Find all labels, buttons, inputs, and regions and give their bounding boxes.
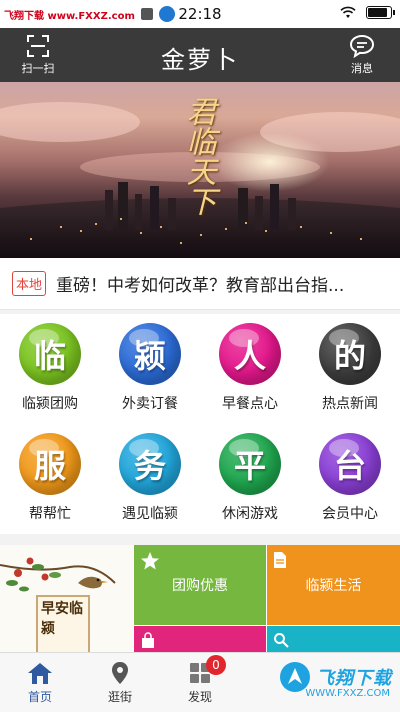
hero-banner[interactable]: 君临天下 xyxy=(0,82,400,258)
grid-item[interactable]: 服 帮帮忙 xyxy=(0,424,100,534)
tile-label: 临颍生活 xyxy=(305,578,362,594)
tab-label: 发现 xyxy=(187,690,212,704)
grid-item[interactable]: 的 热点新闻 xyxy=(300,314,400,424)
tile-label: 团购优惠 xyxy=(172,578,228,594)
ball-icon: 务 xyxy=(119,433,181,495)
status-left: 飞翔下载 www.FXXZ.com xyxy=(0,6,175,22)
promo-image-tile[interactable]: 早安临颍 xyxy=(0,545,133,652)
app-icon xyxy=(158,6,175,22)
ball-icon: 平 xyxy=(219,433,281,495)
ball-char: 平 xyxy=(233,447,266,485)
banner-calligraphy: 君临天下 xyxy=(180,96,216,216)
promo-section: 早安临颍 团购优惠 临颍生活 xyxy=(0,545,400,652)
news-ticker[interactable]: 本地 重磅！中考如何改革？教育部出台指... xyxy=(0,258,400,310)
bag-icon xyxy=(142,632,154,648)
tab-home[interactable]: 首页 xyxy=(0,661,80,705)
tab-discover[interactable]: 0 发现 xyxy=(160,655,240,705)
ball-icon: 人 xyxy=(219,323,281,385)
grid-item-label: 外卖订餐 xyxy=(122,396,178,412)
grid-item-label: 热点新闻 xyxy=(322,396,378,412)
grid-item[interactable]: 人 早餐点心 xyxy=(200,314,300,424)
grid-item-label: 帮帮忙 xyxy=(29,506,71,522)
notification-badge: 0 xyxy=(206,655,226,675)
battery-icon xyxy=(366,6,395,19)
grid-item[interactable]: 颍 外卖订餐 xyxy=(100,314,200,424)
site-watermark: 飞翔下载 WWW.FXXZ.COM xyxy=(278,660,392,699)
message-button[interactable]: 消息 xyxy=(337,34,387,76)
grid-item-label: 会员中心 xyxy=(322,506,378,522)
local-tag: 本地 xyxy=(12,271,47,296)
star-icon xyxy=(141,552,159,570)
watermark-text: 飞翔下载 xyxy=(316,668,392,689)
status-right xyxy=(340,6,395,19)
location-pin-icon xyxy=(112,662,128,684)
grid-item[interactable]: 平 休闲游戏 xyxy=(200,424,300,534)
ball-char: 人 xyxy=(233,337,266,375)
tile-search[interactable] xyxy=(267,626,400,652)
grid-item-label: 临颍团购 xyxy=(22,396,78,412)
app-header: 扫一扫 金萝卜 消息 xyxy=(0,28,400,82)
banner-cloud xyxy=(0,102,140,142)
message-label: 消息 xyxy=(351,62,373,75)
watermark-text: 飞翔下载 www.FXXZ.com xyxy=(4,10,135,22)
status-bar: 飞翔下载 www.FXXZ.com 22:18 xyxy=(0,0,400,28)
ball-icon: 颍 xyxy=(119,323,181,385)
tab-shopping-street[interactable]: 逛街 xyxy=(80,661,160,705)
wifi-icon xyxy=(340,6,356,18)
tile-shopping[interactable] xyxy=(134,626,266,652)
notification-icon xyxy=(140,8,153,20)
grid-item[interactable]: 台 会员中心 xyxy=(300,424,400,534)
grid-item[interactable]: 务 遇见临颍 xyxy=(100,424,200,534)
promo-board: 早安临颍 xyxy=(36,595,90,652)
ball-char: 的 xyxy=(333,337,366,375)
news-headline: 重磅！中考如何改革？教育部出台指... xyxy=(56,276,345,296)
tile-local-life[interactable]: 临颍生活 xyxy=(267,545,400,625)
ball-icon: 临 xyxy=(19,323,81,385)
search-icon xyxy=(274,633,289,648)
grid-item-label: 休闲游戏 xyxy=(222,506,278,522)
tile-group-buy[interactable]: 团购优惠 xyxy=(134,545,266,625)
tab-label: 逛街 xyxy=(107,690,132,704)
grid-item-label: 早餐点心 xyxy=(222,396,278,412)
battery-level xyxy=(368,8,387,17)
ball-char: 台 xyxy=(333,447,366,485)
feature-grid: 临 临颍团购 颍 外卖订餐 人 早餐点心 的 热点新闻 服 帮帮忙 务 遇见临颍… xyxy=(0,314,400,534)
ball-char: 临 xyxy=(33,337,66,375)
ball-icon: 服 xyxy=(19,433,81,495)
ball-char: 服 xyxy=(33,447,66,485)
ball-char: 务 xyxy=(133,447,166,485)
ball-icon: 台 xyxy=(319,433,381,495)
ball-char: 颍 xyxy=(133,337,166,375)
chat-icon xyxy=(349,34,375,58)
tab-label: 首页 xyxy=(27,690,52,704)
home-icon xyxy=(28,663,52,684)
ball-icon: 的 xyxy=(319,323,381,385)
grid-item[interactable]: 临 临颍团购 xyxy=(0,314,100,424)
document-icon xyxy=(274,552,286,568)
grid-item-label: 遇见临颍 xyxy=(122,506,178,522)
watermark-url: WWW.FXXZ.COM xyxy=(305,688,390,699)
